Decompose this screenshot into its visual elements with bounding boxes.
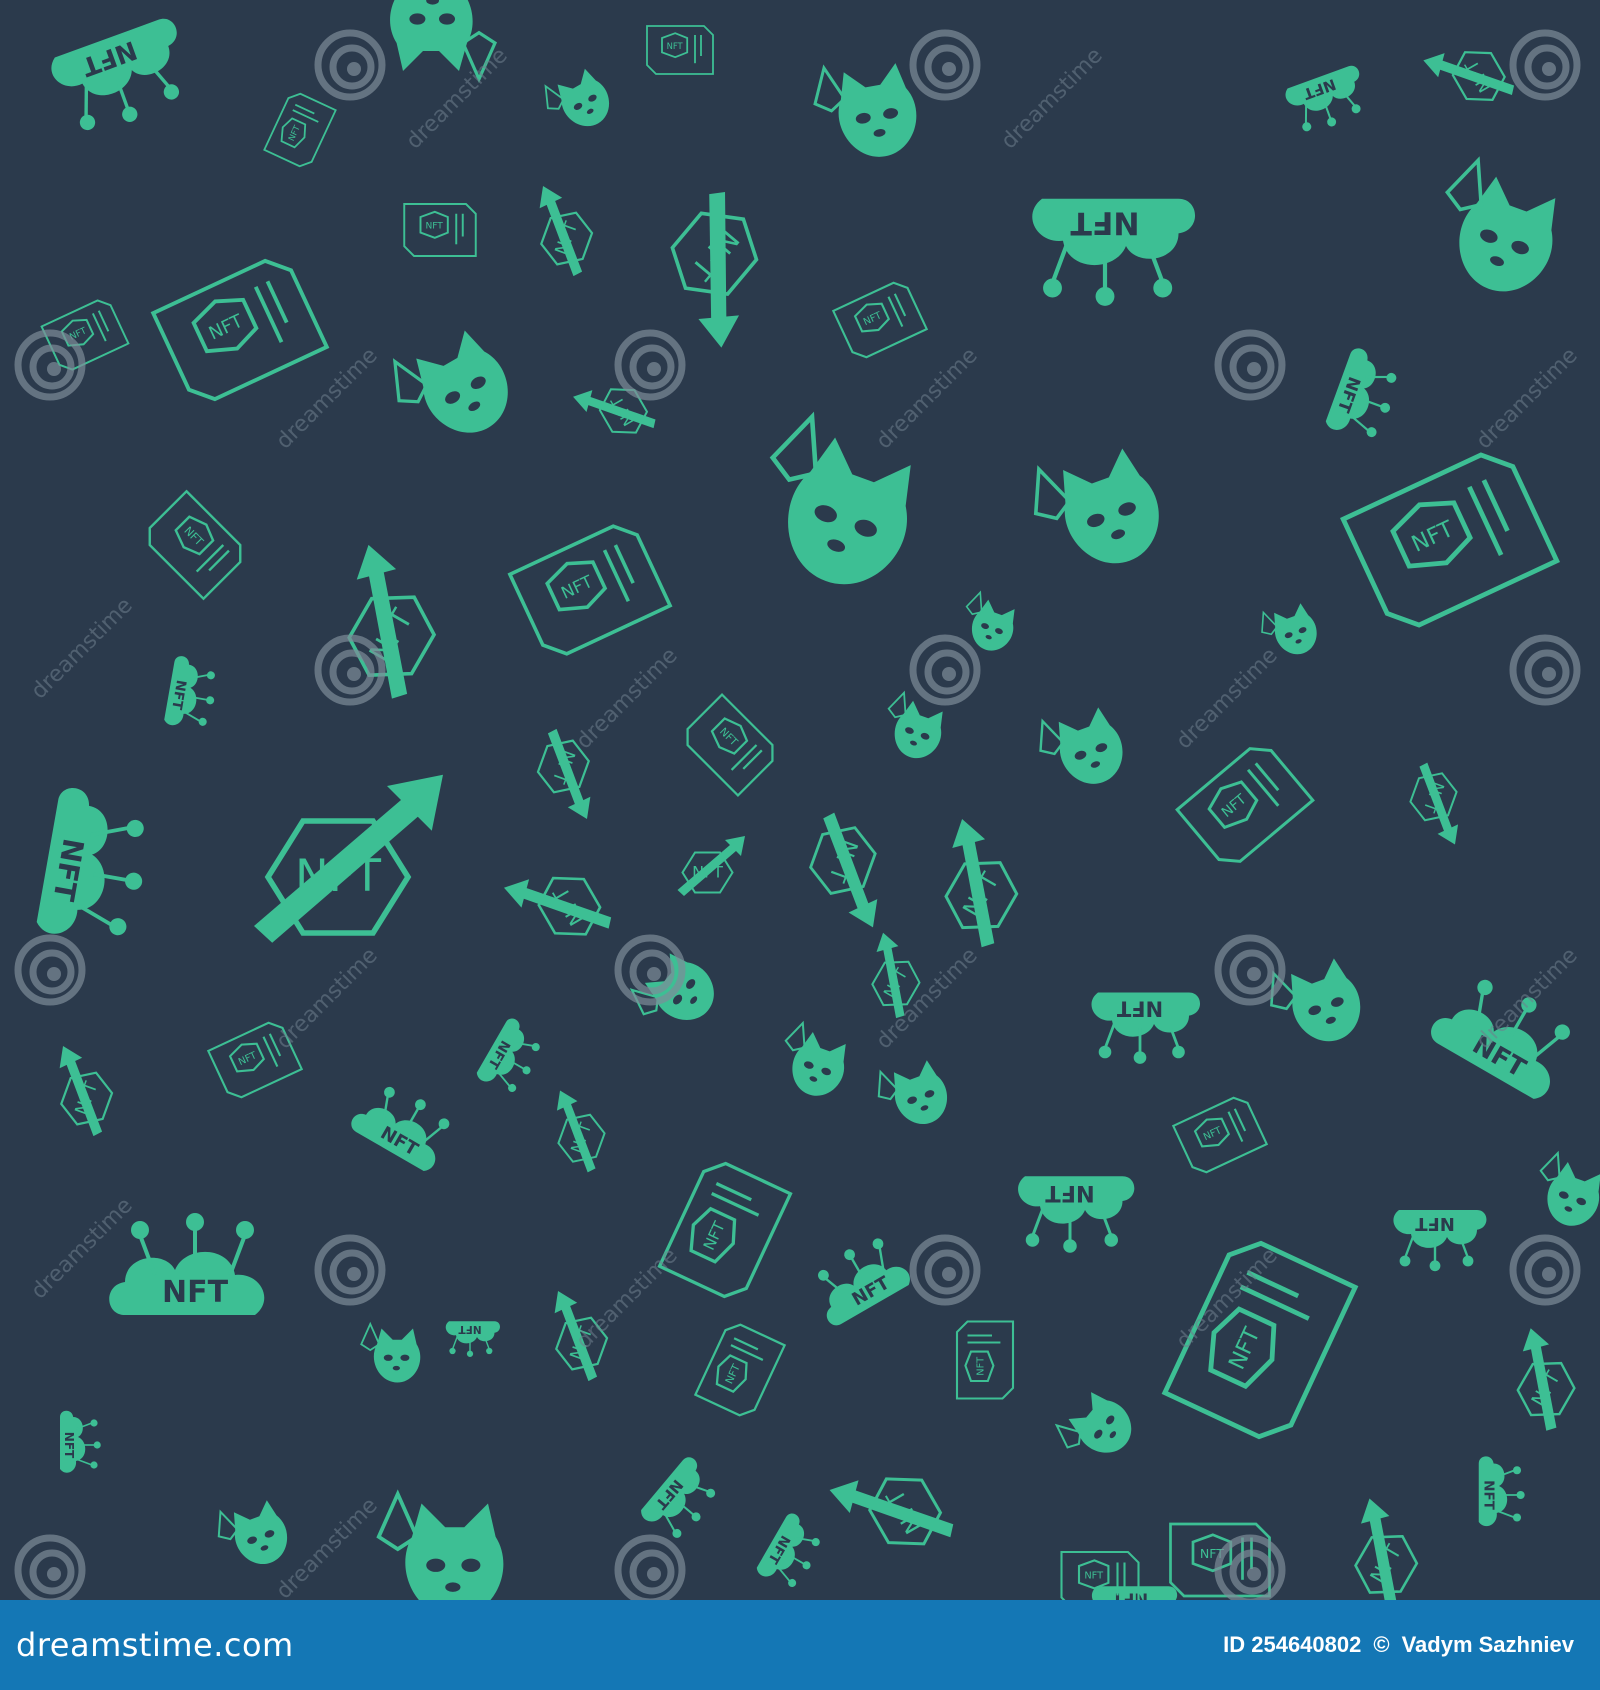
- nft-cloud-icon: [1090, 1585, 1179, 1600]
- brand-name: dreamstime.com: [16, 1626, 294, 1664]
- footer-bar: dreamstime.com ID 254640802 © Vadym Sazh…: [0, 1600, 1600, 1690]
- image-credit: ID 254640802 © Vadym Sazhniev: [1223, 1632, 1574, 1658]
- copyright-symbol: ©: [1373, 1632, 1390, 1657]
- image-id: ID 254640802: [1223, 1632, 1362, 1657]
- nft-seamless-pattern: NFT NFT NFT: [0, 0, 1600, 1600]
- author-name: Vadym Sazhniev: [1401, 1632, 1574, 1657]
